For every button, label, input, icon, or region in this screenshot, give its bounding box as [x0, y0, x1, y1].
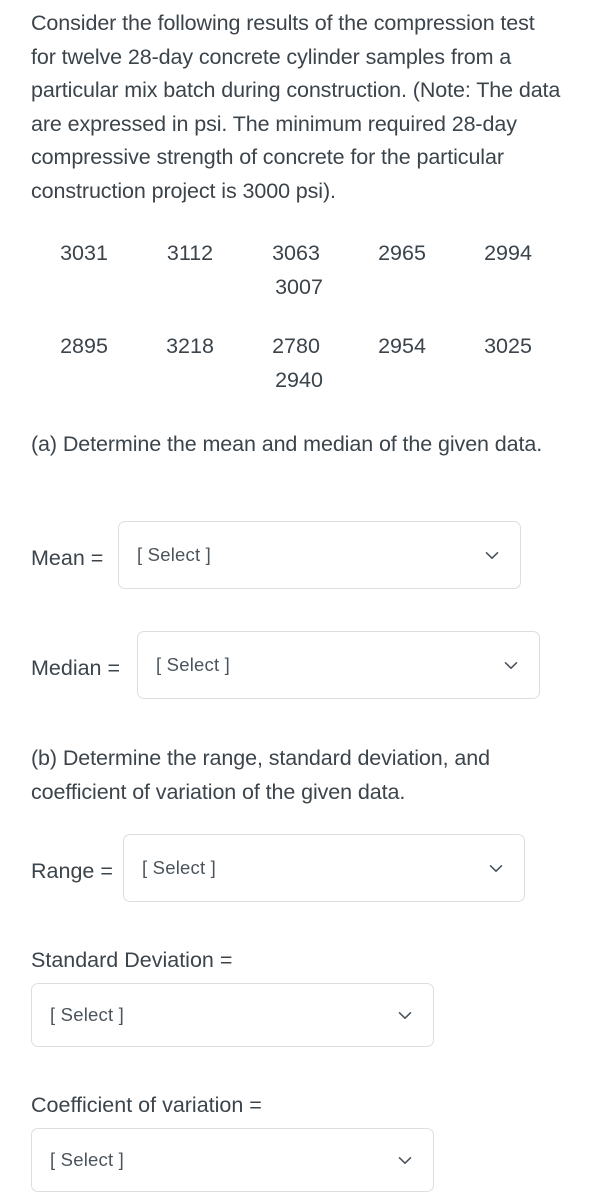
chevron-down-icon: [394, 1149, 416, 1171]
data-value: 3112: [166, 241, 214, 265]
data-value: 3025: [484, 334, 532, 358]
mean-label: Mean =: [31, 546, 104, 570]
data-value: 2994: [484, 241, 532, 265]
data-value: 2954: [378, 334, 426, 358]
data-value: 2965: [378, 241, 426, 265]
chevron-down-icon: [394, 1004, 416, 1026]
data-value: 2780: [272, 334, 320, 358]
data-group-2: 2895 3218 2780 2954 3025 2940: [31, 329, 561, 397]
chevron-down-icon: [481, 544, 503, 566]
median-label: Median =: [31, 656, 121, 680]
question-part-b: (b) Determine the range, standard deviat…: [31, 746, 490, 804]
range-select-value: [ Select ]: [142, 857, 216, 878]
data-value: 2940: [275, 368, 323, 392]
median-field-row: Median =: [31, 655, 120, 681]
data-value: 3007: [275, 275, 323, 299]
median-select-value: [ Select ]: [156, 654, 230, 675]
data-group-1: 3031 3112 3063 2965 2994 3007: [31, 236, 561, 304]
data-value: 2895: [60, 334, 108, 358]
chevron-down-icon: [485, 857, 507, 879]
data-row: 3007: [31, 270, 561, 304]
range-select[interactable]: [ Select ]: [123, 834, 525, 902]
data-row: 2895 3218 2780 2954 3025: [31, 329, 561, 363]
question-part-a: (a) Determine the mean and median of the…: [31, 432, 543, 456]
coefficient-of-variation-select-value: [ Select ]: [50, 1149, 124, 1170]
data-row: 3031 3112 3063 2965 2994: [31, 236, 561, 270]
question-prompt: Consider the following results of the co…: [31, 11, 561, 203]
range-label: Range =: [31, 859, 113, 883]
mean-select-value: [ Select ]: [137, 544, 211, 565]
coefficient-of-variation-label: Coefficient of variation =: [31, 1093, 262, 1117]
chevron-down-icon: [500, 654, 522, 676]
mean-select[interactable]: [ Select ]: [118, 521, 521, 589]
standard-deviation-select-value: [ Select ]: [50, 1004, 124, 1025]
data-value: 3063: [272, 241, 320, 265]
coefficient-of-variation-select[interactable]: [ Select ]: [31, 1128, 434, 1192]
mean-field-row: Mean =: [31, 545, 103, 571]
standard-deviation-select[interactable]: [ Select ]: [31, 983, 434, 1047]
standard-deviation-label: Standard Deviation =: [31, 948, 233, 972]
range-field-row: Range =: [31, 858, 113, 884]
data-value: 3031: [60, 241, 108, 265]
median-select[interactable]: [ Select ]: [137, 631, 540, 699]
data-row: 2940: [31, 363, 561, 397]
data-value: 3218: [166, 334, 214, 358]
question-page: Consider the following results of the co…: [0, 0, 595, 1200]
